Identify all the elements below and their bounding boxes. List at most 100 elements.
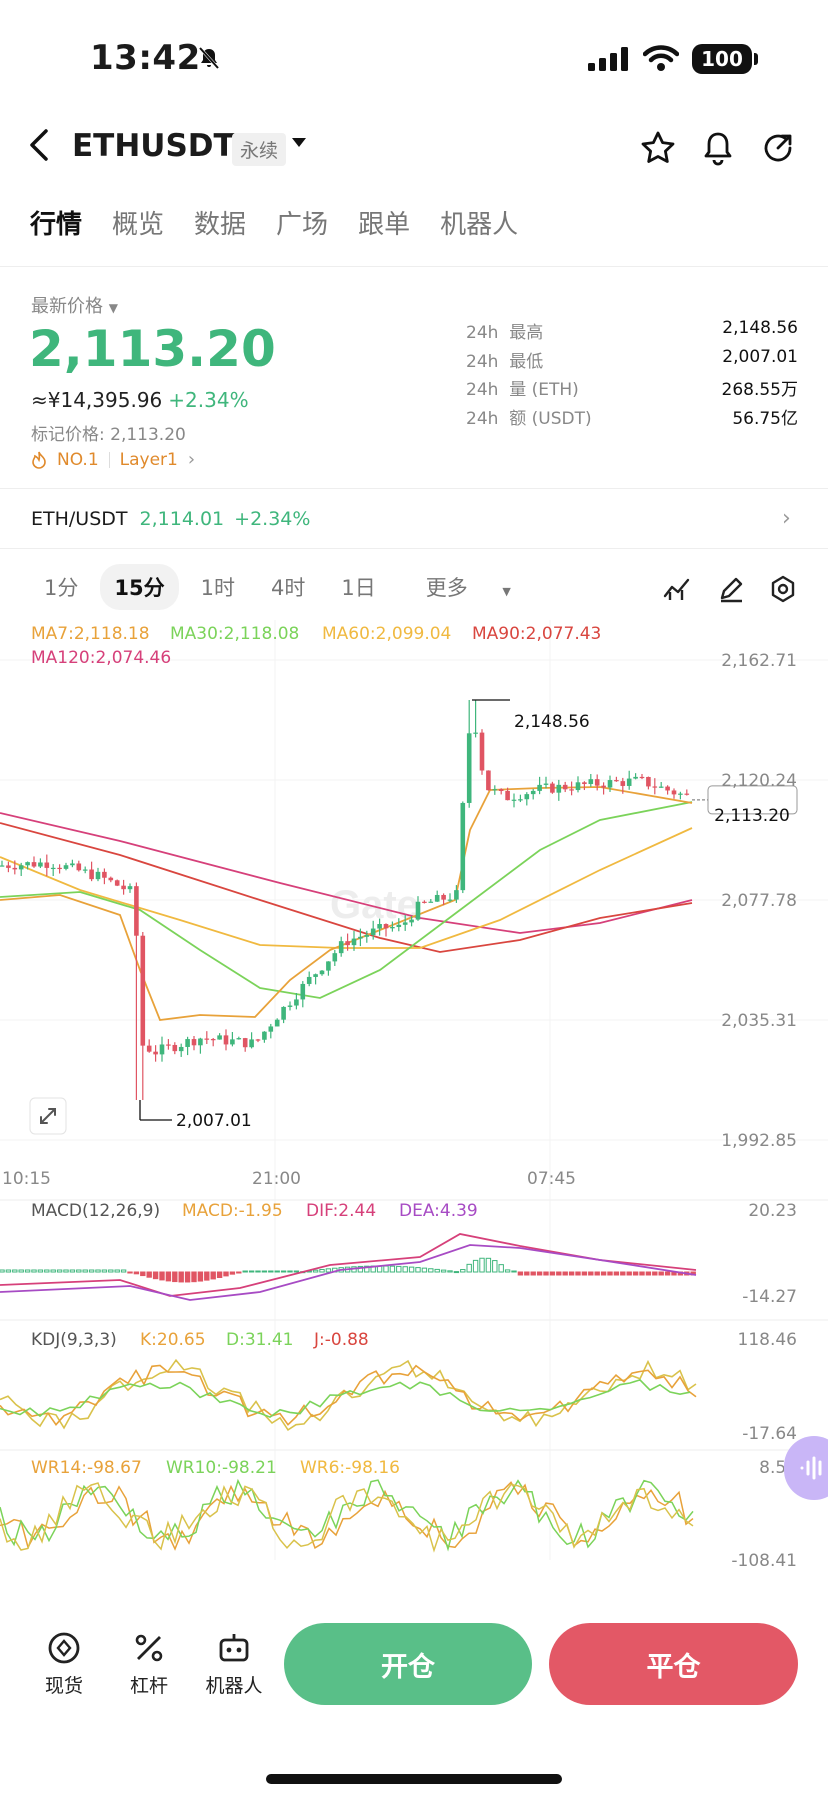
macd-bar bbox=[440, 1269, 447, 1273]
ma30-label: MA30:2,118.08 bbox=[170, 624, 299, 644]
candle-body bbox=[665, 786, 670, 791]
macd-bar bbox=[140, 1271, 146, 1277]
bell-icon[interactable] bbox=[698, 128, 738, 168]
macd-bar bbox=[319, 1268, 325, 1273]
pair-dropdown-icon[interactable] bbox=[292, 138, 306, 147]
chevron-right-icon[interactable]: › bbox=[782, 506, 791, 531]
candle-body bbox=[562, 784, 568, 790]
candle-body bbox=[345, 941, 350, 946]
candle-body bbox=[6, 865, 11, 868]
macd-bar bbox=[24, 1269, 31, 1273]
candle-body bbox=[38, 862, 43, 867]
kdj-panel bbox=[0, 1358, 697, 1432]
nav-leverage[interactable]: 杠杆 bbox=[109, 1630, 189, 1698]
macd-bar bbox=[12, 1269, 18, 1273]
chevron-right-icon: › bbox=[187, 449, 196, 470]
leverage-icon bbox=[135, 1634, 163, 1662]
macd-bar bbox=[63, 1269, 69, 1273]
candle-body bbox=[210, 1039, 216, 1041]
indicator-icon[interactable] bbox=[662, 574, 692, 604]
macd-bar bbox=[562, 1271, 568, 1276]
macd-bar bbox=[210, 1271, 216, 1280]
candle-body bbox=[108, 877, 114, 881]
draw-icon[interactable] bbox=[716, 574, 746, 604]
share-icon[interactable] bbox=[758, 128, 798, 168]
settings-icon[interactable] bbox=[768, 574, 798, 604]
kdj-j: J:-0.88 bbox=[313, 1330, 369, 1350]
kline-chart[interactable]: Gate MA7:2,118.18 MA30:2,118.08 MA60:2,0… bbox=[0, 620, 828, 1580]
tab-square[interactable]: 广场 bbox=[276, 204, 328, 241]
tab-overview[interactable]: 概览 bbox=[112, 204, 164, 241]
candle-body bbox=[511, 799, 517, 801]
macd-bar bbox=[261, 1270, 268, 1273]
tf-more[interactable]: 更多 ▼ bbox=[398, 564, 539, 610]
macd-bar bbox=[588, 1271, 594, 1276]
candle-body bbox=[390, 927, 395, 929]
macd-bar bbox=[69, 1269, 76, 1273]
tf-1h[interactable]: 1时 bbox=[187, 564, 249, 610]
macd-bar bbox=[159, 1271, 165, 1281]
candle-body bbox=[159, 1044, 165, 1055]
close-position-button[interactable]: 平仓 bbox=[549, 1623, 798, 1705]
divider bbox=[0, 488, 828, 489]
candle-body bbox=[626, 778, 632, 786]
macd-bar bbox=[472, 1259, 479, 1273]
macd-bar bbox=[408, 1266, 415, 1273]
spot-price-row[interactable]: ETH/USDT 2,114.01 +2.34% bbox=[31, 508, 310, 530]
star-icon[interactable] bbox=[638, 128, 678, 168]
tab-market[interactable]: 行情 bbox=[30, 204, 82, 241]
tab-data[interactable]: 数据 bbox=[194, 204, 246, 241]
waveform-icon bbox=[800, 1456, 822, 1480]
pair-title[interactable]: ETHUSDT bbox=[72, 128, 235, 164]
candle-body bbox=[422, 901, 427, 903]
stat-high: 24h 最高 2,148.56 bbox=[466, 318, 798, 343]
wr-panel bbox=[0, 1478, 694, 1553]
macd-bar bbox=[383, 1265, 389, 1273]
open-position-button[interactable]: 开仓 bbox=[284, 1623, 532, 1705]
macd-bar bbox=[434, 1268, 440, 1273]
tf-4h[interactable]: 4时 bbox=[257, 564, 319, 610]
signal-icon bbox=[588, 47, 628, 71]
candle-body bbox=[409, 919, 414, 923]
macd-bar bbox=[639, 1271, 645, 1276]
tf-1d[interactable]: 1日 bbox=[327, 564, 389, 610]
price-axis-label: 2,120.24 bbox=[721, 771, 797, 791]
candle-body bbox=[287, 1005, 293, 1007]
tag-sector[interactable]: Layer1 bbox=[120, 450, 178, 470]
macd-bar bbox=[184, 1271, 191, 1283]
price-cny: ≈¥14,395.96 +2.34% bbox=[31, 388, 249, 412]
candle-body bbox=[358, 936, 363, 939]
candle-body bbox=[114, 880, 120, 886]
candle-body bbox=[198, 1038, 203, 1046]
macd-bar bbox=[5, 1269, 12, 1273]
macd-title: MACD(12,26,9) bbox=[31, 1201, 160, 1221]
tf-15m[interactable]: 15分 bbox=[100, 564, 179, 610]
tag-divider bbox=[108, 451, 110, 468]
tf-1m[interactable]: 1分 bbox=[30, 564, 92, 610]
contract-type-badge: 永续 bbox=[232, 133, 287, 166]
nav-spot[interactable]: 现货 bbox=[24, 1630, 104, 1698]
tab-copy-trade[interactable]: 跟单 bbox=[358, 204, 410, 241]
macd-bar bbox=[127, 1271, 133, 1274]
candle-body bbox=[646, 776, 651, 787]
fullscreen-icon bbox=[29, 1097, 67, 1135]
tab-bot[interactable]: 机器人 bbox=[440, 204, 518, 241]
macd-bar bbox=[312, 1269, 319, 1273]
candle-body bbox=[140, 935, 146, 1046]
nav-bot[interactable]: 机器人 bbox=[194, 1630, 274, 1698]
candle-body bbox=[57, 867, 62, 870]
candle-body bbox=[255, 1039, 261, 1041]
macd-bar bbox=[50, 1269, 56, 1273]
back-button[interactable] bbox=[28, 128, 50, 171]
candle-body bbox=[492, 789, 498, 791]
latest-price-label[interactable]: 最新价格 ▼ bbox=[31, 292, 118, 318]
tag-rank[interactable]: NO.1 bbox=[57, 450, 99, 470]
macd-bar bbox=[536, 1271, 543, 1276]
price-axis-label: 2,035.31 bbox=[721, 1011, 797, 1031]
tag-row[interactable]: NO.1 Layer1 › bbox=[31, 449, 195, 470]
candle-body bbox=[678, 793, 683, 795]
macd-bar bbox=[626, 1271, 632, 1276]
candle-body bbox=[658, 786, 664, 788]
candle-body bbox=[185, 1039, 190, 1047]
candle-body bbox=[447, 899, 453, 901]
